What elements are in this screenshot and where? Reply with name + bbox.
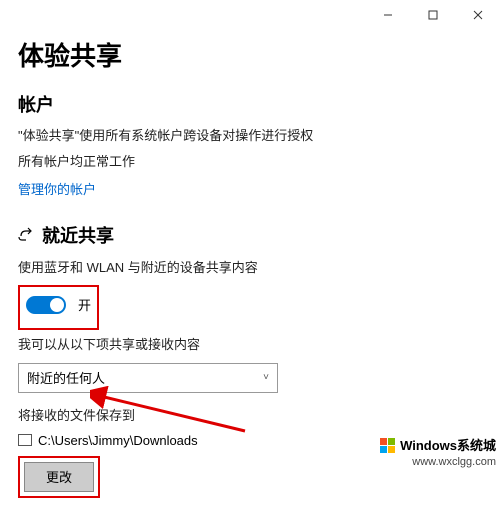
windows-logo-icon <box>380 438 396 454</box>
share-icon <box>18 226 36 249</box>
annotation-box-change: 更改 <box>18 456 100 498</box>
window-close-button[interactable] <box>455 0 500 30</box>
change-folder-button[interactable]: 更改 <box>24 462 94 492</box>
manage-accounts-link[interactable]: 管理你的帐户 <box>18 179 96 198</box>
watermark-brand: Windows系统城 <box>400 438 496 455</box>
accounts-heading: 帐户 <box>18 91 482 117</box>
window-minimize-button[interactable] <box>365 0 410 30</box>
nearby-sharing-toggle[interactable] <box>26 296 66 314</box>
nearby-sharing-heading: 就近共享 <box>18 222 482 249</box>
dropdown-value: 附近的任何人 <box>27 368 105 387</box>
folder-icon <box>18 434 32 446</box>
chevron-down-icon: ˅ <box>263 372 269 383</box>
window-titlebar <box>0 0 500 30</box>
page-title: 体验共享 <box>18 36 482 73</box>
share-scope-dropdown[interactable]: 附近的任何人 ˅ <box>18 363 278 393</box>
save-path-text: C:\Users\Jimmy\Downloads <box>38 433 198 448</box>
nearby-desc: 使用蓝牙和 WLAN 与附近的设备共享内容 <box>18 259 482 277</box>
accounts-desc-2: 所有帐户均正常工作 <box>18 153 482 171</box>
watermark-url: www.wxclgg.com <box>380 455 496 469</box>
toggle-state-label: 开 <box>78 295 91 314</box>
watermark: Windows系统城 www.wxclgg.com <box>380 438 496 469</box>
window-maximize-button[interactable] <box>410 0 455 30</box>
nearby-heading-text: 就近共享 <box>42 226 114 246</box>
annotation-box-toggle: 开 <box>18 285 99 330</box>
accounts-desc-1: "体验共享"使用所有系统帐户跨设备对操作进行授权 <box>18 127 482 145</box>
save-to-label: 将接收的文件保存到 <box>18 407 482 425</box>
receive-from-label: 我可以从以下项共享或接收内容 <box>18 336 482 354</box>
